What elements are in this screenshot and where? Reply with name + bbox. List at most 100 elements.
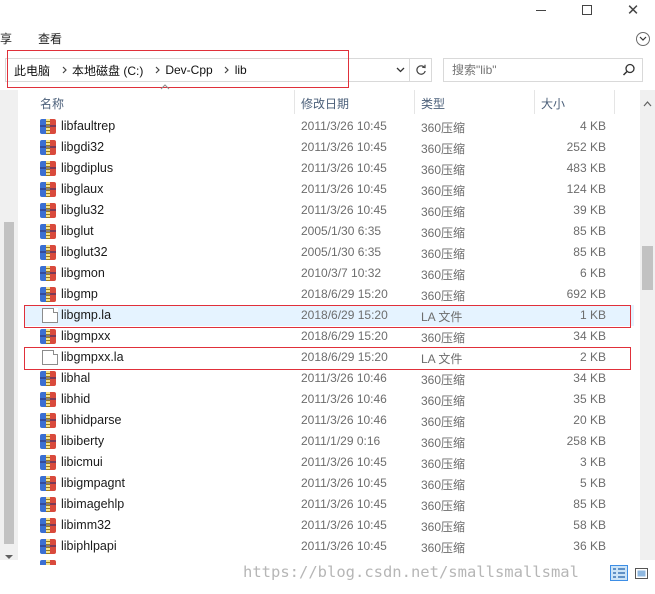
column-divider[interactable] [614, 90, 615, 114]
file-row[interactable]: libiberty 2011/1/29 0:16 360压缩 258 KB [24, 431, 634, 452]
file-size: 58 KB [573, 518, 606, 532]
file-type: 360压缩 [421, 247, 466, 261]
file-row[interactable]: libgmpxx.la 2018/6/29 15:20 LA 文件 2 KB [24, 347, 634, 370]
file-name: libhid [61, 392, 91, 406]
file-row[interactable]: libimm32 2011/3/26 10:45 360压缩 58 KB [24, 515, 634, 536]
column-header-name[interactable]: 名称 [40, 95, 64, 112]
vertical-scrollbar[interactable] [640, 90, 655, 560]
archive-file-icon [40, 392, 56, 407]
file-row[interactable]: libgmpxx 2018/6/29 15:20 360压缩 34 KB [24, 326, 634, 347]
file-row[interactable]: libgmon 2010/3/7 10:32 360压缩 6 KB [24, 263, 634, 284]
breadcrumb-separator-icon[interactable] [56, 66, 72, 74]
file-type: 360压缩 [421, 478, 466, 492]
address-history-dropdown[interactable] [393, 63, 407, 77]
watermark-text: https://blog.csdn.net/smallsmallsmal [243, 563, 579, 581]
tab-view[interactable]: 查看 [38, 30, 62, 47]
column-header-type[interactable]: 类型 [421, 95, 445, 112]
breadcrumb-separator-icon[interactable] [219, 66, 235, 74]
file-name: libgdiplus [61, 161, 114, 175]
breadcrumb-lib[interactable]: lib [235, 63, 253, 77]
refresh-icon [415, 64, 426, 75]
tab-share[interactable]: 享 [0, 30, 12, 47]
file-row[interactable]: libhidparse 2011/3/26 10:46 360压缩 20 KB [24, 410, 634, 431]
file-row[interactable]: libfaultrep 2011/3/26 10:45 360压缩 4 KB [24, 116, 634, 137]
large-icons-view-icon [634, 567, 648, 579]
file-row[interactable]: libglut32 2005/1/30 6:35 360压缩 85 KB [24, 242, 634, 263]
archive-file-icon [40, 476, 56, 491]
file-date: 2005/1/30 6:35 [301, 224, 382, 238]
minimize-button[interactable] [518, 0, 564, 20]
column-divider[interactable] [534, 90, 535, 114]
maximize-button[interactable] [564, 0, 610, 20]
ribbon-expand-button[interactable] [636, 32, 650, 46]
file-type: 360压缩 [421, 121, 466, 135]
archive-file-icon [40, 455, 56, 470]
file-date: 2011/3/26 10:46 [301, 413, 387, 427]
scroll-up-arrow-icon[interactable] [643, 96, 652, 110]
address-bar[interactable]: 此电脑 本地磁盘 (C:) Dev-Cpp lib [5, 58, 410, 82]
file-date: 2018/6/29 15:20 [301, 350, 388, 364]
file-type: 360压缩 [421, 142, 466, 156]
file-size: 85 KB [573, 497, 606, 511]
file-name: libgmpxx [61, 329, 111, 343]
file-row[interactable]: libgdi32 2011/3/26 10:45 360压缩 252 KB [24, 137, 634, 158]
file-type: 360压缩 [421, 184, 466, 198]
search-icon[interactable] [622, 63, 636, 80]
column-divider[interactable] [414, 90, 415, 114]
file-name: libiphlpapi [61, 539, 117, 553]
breadcrumb-separator-icon[interactable] [149, 66, 165, 74]
file-row-selected[interactable]: libgmp.la 2018/6/29 15:20 LA 文件 1 KB [24, 305, 634, 328]
document-file-icon [42, 308, 58, 323]
file-row[interactable]: libglu32 2011/3/26 10:45 360压缩 39 KB [24, 200, 634, 221]
file-date: 2011/3/26 10:45 [301, 161, 387, 175]
file-row[interactable]: libgmp 2018/6/29 15:20 360压缩 692 KB [24, 284, 634, 305]
scroll-down-arrow-icon[interactable] [4, 549, 14, 563]
file-row[interactable]: libglut 2005/1/30 6:35 360压缩 85 KB [24, 221, 634, 242]
file-type: 360压缩 [421, 331, 466, 345]
refresh-button[interactable] [410, 58, 432, 82]
file-size: 34 KB [573, 371, 606, 385]
file-row[interactable]: libimagehlp 2011/3/26 10:45 360压缩 85 KB [24, 494, 634, 515]
file-date: 2018/6/29 15:20 [301, 287, 388, 301]
vertical-scroll-thumb[interactable] [642, 246, 653, 290]
archive-file-icon [40, 329, 56, 344]
archive-file-icon [40, 203, 56, 218]
file-row[interactable]: libhal 2011/3/26 10:46 360压缩 34 KB [24, 368, 634, 389]
navigation-pane-scroll-thumb[interactable] [4, 222, 14, 544]
file-name: libglaux [61, 182, 104, 196]
file-date: 2011/3/26 10:45 [301, 497, 387, 511]
file-type: 360压缩 [421, 415, 466, 429]
large-icons-view-button[interactable] [632, 565, 650, 581]
file-date: 2018/6/29 15:20 [301, 329, 388, 343]
search-box[interactable] [443, 58, 643, 82]
file-date: 2011/3/26 10:46 [301, 371, 387, 385]
file-row[interactable]: libiphlpapi 2011/3/26 10:45 360压缩 36 KB [24, 536, 634, 557]
file-type: 360压缩 [421, 394, 466, 408]
breadcrumb-dev-cpp[interactable]: Dev-Cpp [165, 63, 218, 77]
column-header-date[interactable]: 修改日期 [301, 95, 349, 112]
file-date: 2011/3/26 10:45 [301, 539, 387, 553]
file-row[interactable]: libglaux 2011/3/26 10:45 360压缩 124 KB [24, 179, 634, 200]
file-date: 2018/6/29 15:20 [301, 308, 388, 322]
column-header-row: 名称 修改日期 类型 大小 [0, 90, 640, 114]
file-row[interactable]: libhid 2011/3/26 10:46 360压缩 35 KB [24, 389, 634, 410]
file-row[interactable]: libicmui 2011/3/26 10:45 360压缩 3 KB [24, 452, 634, 473]
archive-file-icon [40, 140, 56, 155]
search-input[interactable] [452, 63, 617, 77]
breadcrumb-local-disk[interactable]: 本地磁盘 (C:) [72, 62, 149, 79]
file-name: libigmpagnt [61, 476, 125, 490]
column-divider[interactable] [294, 90, 295, 114]
file-name: libgmp.la [61, 308, 112, 322]
breadcrumb-this-pc[interactable]: 此电脑 [14, 62, 56, 79]
archive-file-icon [40, 119, 56, 134]
file-size: 2 KB [579, 350, 606, 364]
details-view-button[interactable] [610, 565, 628, 581]
file-row[interactable]: libigmpagnt 2011/3/26 10:45 360压缩 5 KB [24, 473, 634, 494]
close-button[interactable]: ✕ [610, 0, 655, 20]
file-type: 360压缩 [421, 226, 466, 240]
file-type: LA 文件 [421, 310, 463, 324]
file-row[interactable]: libgdiplus 2011/3/26 10:45 360压缩 483 KB [24, 158, 634, 179]
chevron-down-icon [396, 67, 404, 73]
file-date: 2010/3/7 10:32 [301, 266, 382, 280]
column-header-size[interactable]: 大小 [541, 95, 565, 112]
